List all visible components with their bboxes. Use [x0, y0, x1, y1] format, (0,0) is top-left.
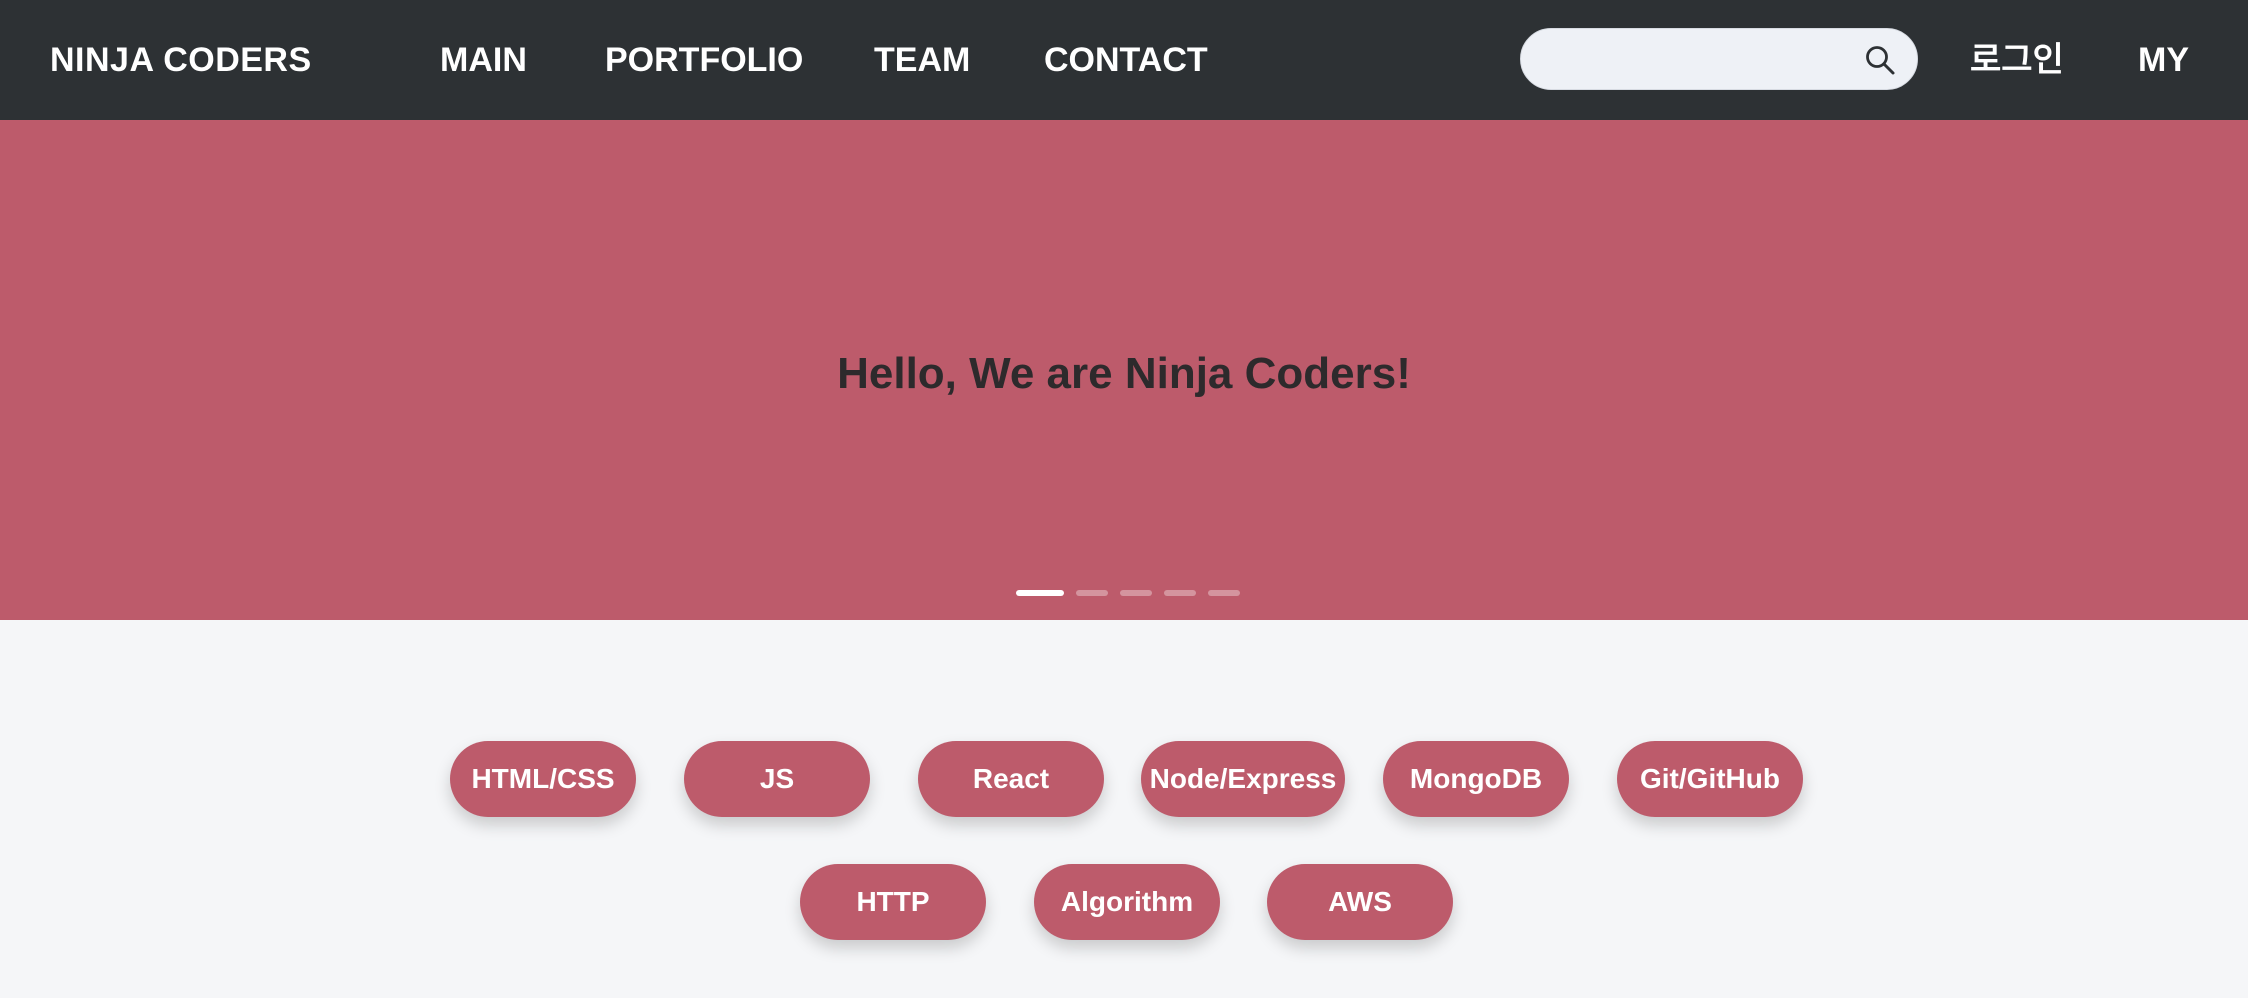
skill-tag-algorithm[interactable]: Algorithm	[1034, 864, 1220, 940]
carousel-dot-4[interactable]	[1164, 590, 1196, 596]
hero-title: Hello, We are Ninja Coders!	[837, 349, 1411, 398]
search-box	[1520, 28, 1918, 91]
hero-carousel: Hello, We are Ninja Coders!	[0, 120, 2248, 620]
skill-tag-mongodb[interactable]: MongoDB	[1383, 741, 1569, 817]
my-link[interactable]: MY	[2138, 0, 2189, 120]
carousel-dot-5[interactable]	[1208, 590, 1240, 596]
nav-link-contact[interactable]: CONTACT	[1044, 0, 1208, 120]
skill-tag-js[interactable]: JS	[684, 741, 870, 817]
skill-tag-http[interactable]: HTTP	[800, 864, 986, 940]
nav-link-portfolio[interactable]: PORTFOLIO	[605, 0, 803, 120]
brand-logo[interactable]: NINJA CODERS	[50, 0, 312, 120]
search-icon[interactable]	[1863, 43, 1897, 77]
carousel-dot-2[interactable]	[1076, 590, 1108, 596]
carousel-dot-1[interactable]	[1016, 590, 1064, 596]
skill-tag-react[interactable]: React	[918, 741, 1104, 817]
navbar: NINJA CODERS MAIN PORTFOLIO TEAM CONTACT…	[0, 0, 2248, 120]
search-input[interactable]	[1545, 29, 1859, 91]
nav-link-team[interactable]: TEAM	[874, 0, 970, 120]
nav-link-main[interactable]: MAIN	[440, 0, 527, 120]
skill-tag-git-github[interactable]: Git/GitHub	[1617, 741, 1803, 817]
skill-tag-aws[interactable]: AWS	[1267, 864, 1453, 940]
login-link[interactable]: 로그인	[1970, 0, 2064, 120]
carousel-dot-3[interactable]	[1120, 590, 1152, 596]
skill-tag-html-css[interactable]: HTML/CSS	[450, 741, 636, 817]
skill-tag-node-express[interactable]: Node/Express	[1141, 741, 1345, 817]
